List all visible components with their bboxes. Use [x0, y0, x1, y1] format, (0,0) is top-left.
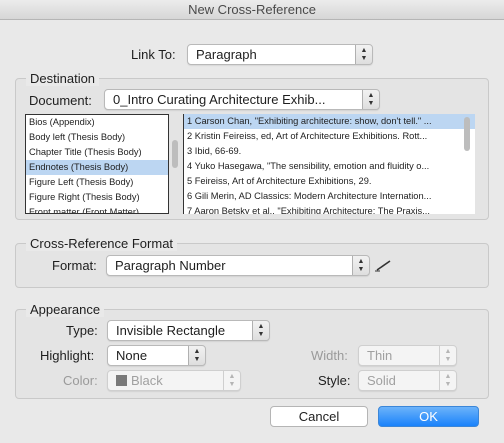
document-popup[interactable]: 0_Intro Curating Architecture Exhib... ▲… [104, 89, 380, 110]
styles-scrollbar[interactable] [172, 140, 178, 168]
highlight-value: None [116, 348, 148, 363]
document-value: 0_Intro Curating Architecture Exhib... [113, 92, 326, 107]
list-item[interactable]: 3 Ibid, 66-69. [184, 144, 475, 159]
list-item[interactable]: 4 Yuko Hasegawa, "The sensibility, emoti… [184, 159, 475, 174]
list-item-selected[interactable]: 1 Carson Chan, "Exhibiting architecture:… [184, 114, 475, 129]
chevron-updown-icon: ▲ ▼ [223, 371, 240, 390]
link-to-label: Link To: [131, 47, 176, 62]
list-item[interactable]: 2 Kristin Feireiss, ed, Art of Architect… [184, 129, 475, 144]
type-value: Invisible Rectangle [116, 323, 226, 338]
color-popup[interactable]: Black ▲ ▼ [107, 370, 241, 391]
list-item[interactable]: Front matter (Front Matter) [26, 205, 168, 213]
paragraphs-scrollbar[interactable] [464, 117, 470, 151]
chevron-updown-icon: ▲ ▼ [252, 321, 269, 340]
color-label: Color: [63, 373, 98, 388]
format-title: Cross-Reference Format [26, 236, 178, 251]
window-titlebar: New Cross-Reference [0, 0, 504, 20]
ok-button[interactable]: OK [378, 406, 479, 427]
style-popup[interactable]: Solid ▲ ▼ [358, 370, 457, 391]
list-item[interactable]: Figure Right (Thesis Body) [26, 190, 168, 205]
style-value: Solid [367, 373, 396, 388]
width-popup[interactable]: Thin ▲ ▼ [358, 345, 457, 366]
type-popup[interactable]: Invisible Rectangle ▲ ▼ [107, 320, 270, 341]
window-title: New Cross-Reference [188, 2, 316, 17]
link-to-value: Paragraph [196, 47, 257, 62]
format-popup[interactable]: Paragraph Number ▲ ▼ [106, 255, 370, 276]
cancel-button[interactable]: Cancel [270, 406, 368, 427]
highlight-label: Highlight: [40, 348, 95, 363]
document-label: Document: [29, 93, 92, 108]
destination-title: Destination [26, 71, 100, 86]
list-item[interactable]: 5 Feireiss, Art of Architecture Exhibiti… [184, 174, 475, 189]
chevron-updown-icon: ▲ ▼ [439, 346, 456, 365]
chevron-updown-icon: ▲ ▼ [188, 346, 205, 365]
type-label: Type: [66, 323, 98, 338]
format-label: Format: [52, 258, 97, 273]
paragraphs-list[interactable]: 1 Carson Chan, "Exhibiting architecture:… [183, 114, 475, 214]
chevron-updown-icon: ▲ ▼ [355, 45, 372, 64]
chevron-updown-icon: ▲ ▼ [352, 256, 369, 275]
highlight-popup[interactable]: None ▲ ▼ [107, 345, 206, 366]
list-item[interactable]: Body left (Thesis Body) [26, 130, 168, 145]
style-label: Style: [318, 373, 351, 388]
paragraph-styles-list[interactable]: Bios (Appendix) Body left (Thesis Body) … [25, 114, 169, 214]
appearance-title: Appearance [26, 302, 105, 317]
list-item[interactable]: 6 Gili Merin, AD Classics: Modern Archit… [184, 189, 475, 204]
list-item[interactable]: Chapter Title (Thesis Body) [26, 145, 168, 160]
link-to-popup[interactable]: Paragraph ▲ ▼ [187, 44, 373, 65]
pencil-icon[interactable] [374, 257, 394, 273]
format-value: Paragraph Number [115, 258, 226, 273]
color-swatch [116, 375, 127, 386]
list-item[interactable]: Figure Left (Thesis Body) [26, 175, 168, 190]
list-item[interactable]: 7 Aaron Betsky et al., "Exhibiting Archi… [184, 204, 475, 214]
color-value: Black [131, 373, 163, 388]
chevron-updown-icon: ▲ ▼ [439, 371, 456, 390]
list-item[interactable]: Bios (Appendix) [26, 115, 168, 130]
width-value: Thin [367, 348, 393, 363]
width-label: Width: [311, 348, 348, 363]
list-item-selected[interactable]: Endnotes (Thesis Body) [26, 160, 168, 175]
chevron-updown-icon: ▲ ▼ [362, 90, 379, 109]
